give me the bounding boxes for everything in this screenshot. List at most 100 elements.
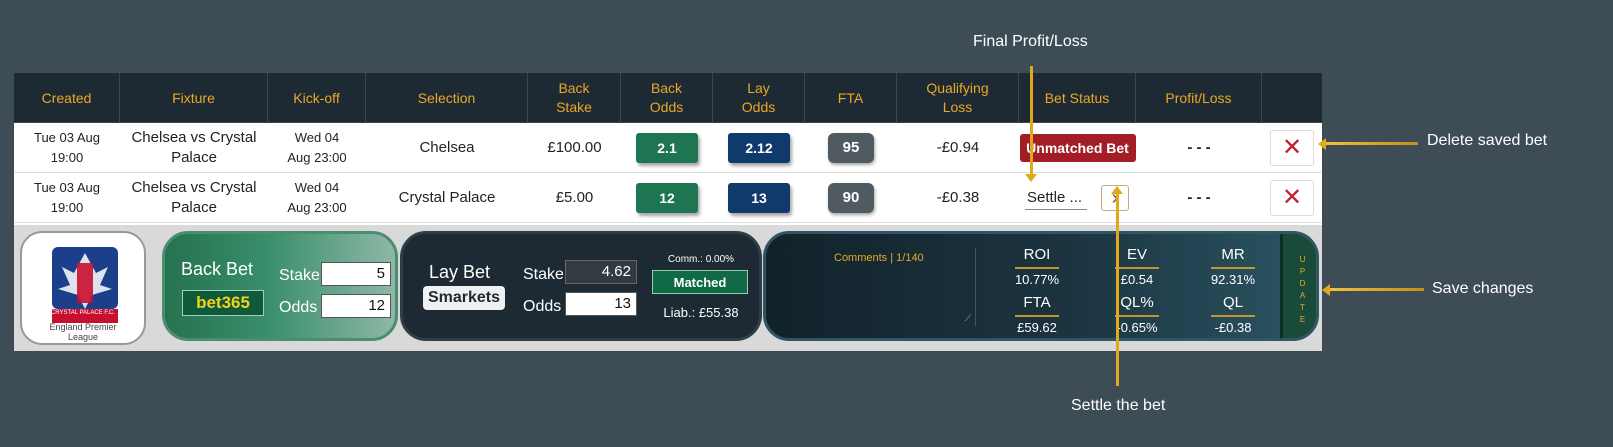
annotation-arrow-save (1330, 288, 1424, 291)
kickoff-cell: Wed 04 Aug 23:00 (287, 130, 347, 165)
settle-select[interactable]: Settle ... (1025, 186, 1087, 210)
resize-handle-icon: ⟋ (964, 313, 971, 323)
lay-stake-label: Stake (523, 266, 564, 283)
ev-label: EV (1126, 246, 1147, 263)
lay-odds-label: Odds (523, 298, 562, 315)
ev-underline (1115, 267, 1159, 269)
bets-table-panel: Created Fixture Kick-off Selection Back S… (14, 73, 1322, 351)
header-bet-status: Bet Status (1019, 73, 1136, 123)
close-icon: ✕ (1281, 134, 1303, 161)
matched-status-button[interactable]: Matched (652, 270, 748, 294)
delete-cell: ✕ (1270, 123, 1322, 173)
annotation-settle: Settle the bet (1071, 397, 1166, 414)
header-actions (1262, 73, 1322, 123)
liability-text: Liab.: £55.38 (663, 305, 739, 320)
back-stake-cell: £5.00 (555, 189, 594, 206)
back-stake-cell: £100.00 (547, 139, 602, 156)
back-odds-cell: 2.1 (621, 123, 713, 173)
ev-value: £0.54 (1120, 272, 1154, 287)
header-fixture: Fixture (120, 73, 268, 123)
mr-value: 92.31% (1210, 272, 1256, 287)
lay-odds-cell: 13 (713, 173, 805, 223)
fta-value: £59.62 (1017, 320, 1057, 335)
header-fta: FTA (805, 73, 897, 123)
commission-text: Comm.: 0.00% (667, 254, 735, 265)
mr-underline (1211, 267, 1255, 269)
header-created: Created (14, 73, 120, 123)
header-back-odds: Back Odds (621, 73, 713, 123)
back-odds-label: Odds (279, 299, 318, 316)
bet-detail-strip: CRYSTAL PALACE F.C. England Premier Leag… (14, 225, 1322, 351)
header-kickoff: Kick-off (268, 73, 366, 123)
ql-pct-value: -0.65% (1116, 320, 1158, 335)
created-cell: Tue 03 Aug 19:00 (33, 180, 100, 215)
comments-textarea[interactable]: ⟋ (826, 248, 976, 326)
bet-status-cell: Unmatched Bet (1019, 123, 1136, 173)
arrowhead-down-icon (1025, 174, 1037, 182)
header-selection: Selection (366, 73, 528, 123)
back-odds-input[interactable]: 12 (321, 294, 391, 318)
ql-label: QL (1222, 294, 1243, 311)
back-stake-input[interactable]: 5 (321, 262, 391, 286)
lay-stake-input[interactable]: 4.62 (565, 260, 637, 284)
fta-cell: 90 (805, 173, 897, 223)
back-bet-card: Back Bet bet365 Stake 5 Odds 12 (162, 231, 398, 341)
qualifying-loss-cell: -£0.94 (936, 139, 980, 156)
fta-label: FTA (1023, 294, 1051, 311)
selection-cell: Chelsea (419, 139, 475, 156)
qualifying-loss-cell: -£0.38 (936, 189, 980, 206)
league-label: England Premier League (49, 322, 117, 342)
roi-underline (1015, 267, 1059, 269)
table-row[interactable]: Tue 03 Aug 19:00 Chelsea vs Crystal Palace… (14, 123, 1322, 173)
annotation-arrow-final-profit (1030, 66, 1033, 178)
fta-underline (1015, 315, 1059, 317)
annotation-save: Save changes (1432, 280, 1534, 297)
back-stake-label: Stake (279, 267, 320, 284)
fta-cell: 95 (805, 123, 897, 173)
annotation-arrow-delete (1326, 142, 1418, 145)
lay-odds-cell: 2.12 (713, 123, 805, 173)
fta-chip: 95 (828, 133, 874, 163)
back-bet-title: Back Bet (181, 259, 254, 279)
profit-loss-cell: - - - (1187, 189, 1211, 206)
update-button[interactable]: U P D A T E (1280, 234, 1316, 338)
mr-label: MR (1221, 246, 1245, 263)
selection-cell: Crystal Palace (398, 189, 496, 206)
ql-pct-label: QL% (1120, 294, 1154, 311)
arrowhead-up-icon (1111, 186, 1123, 194)
lay-bet-card: Lay Bet Smarkets Stake 4.62 Odds 13 Comm… (400, 231, 762, 341)
lay-odds-chip: 2.12 (728, 133, 790, 163)
roi-label: ROI (1023, 246, 1051, 263)
delete-bet-button[interactable]: ✕ (1270, 130, 1314, 166)
back-odds-chip: 2.1 (636, 133, 698, 163)
ql-pct-underline (1115, 315, 1159, 317)
delete-bet-button[interactable]: ✕ (1270, 180, 1314, 216)
header-back-stake: Back Stake (528, 73, 621, 123)
kickoff-cell: Wed 04 Aug 23:00 (287, 180, 347, 215)
annotation-arrow-settle (1116, 192, 1119, 386)
crest-club-name: CRYSTAL PALACE F.C. (50, 310, 116, 316)
lay-odds-input[interactable]: 13 (565, 292, 637, 316)
table-header: Created Fixture Kick-off Selection Back S… (14, 73, 1322, 123)
profit-loss-cell: - - - (1187, 139, 1211, 156)
header-qualifying-loss: Qualifying Loss (897, 73, 1019, 123)
back-odds-chip: 12 (636, 183, 698, 213)
smarkets-logo: Smarkets (423, 286, 505, 310)
header-lay-odds: Lay Odds (713, 73, 805, 123)
team-crest-card: CRYSTAL PALACE F.C. England Premier Leag… (20, 231, 146, 345)
close-icon: ✕ (1281, 184, 1303, 211)
unmatched-bet-badge[interactable]: Unmatched Bet (1019, 134, 1136, 162)
roi-value: 10.77% (1014, 272, 1060, 287)
fta-chip: 90 (828, 183, 874, 213)
table-row[interactable]: Tue 03 Aug 19:00 Chelsea vs Crystal Palace… (14, 173, 1322, 223)
created-cell: Tue 03 Aug 19:00 (33, 130, 100, 165)
lay-odds-chip: 13 (728, 183, 790, 213)
lay-bet-title: Lay Bet (429, 262, 491, 282)
annotation-final-profit: Final Profit/Loss (973, 33, 1088, 50)
ql-underline (1211, 315, 1255, 317)
fixture-cell: Chelsea vs Crystal Palace (131, 179, 257, 216)
stats-card: Comments | 1/140 ⟋ ROI 10.77% EV £0.54 M… (763, 231, 1319, 341)
ql-value: -£0.38 (1214, 320, 1252, 335)
fixture-cell: Chelsea vs Crystal Palace (131, 129, 257, 166)
header-profit-loss: Profit/Loss (1136, 73, 1262, 123)
